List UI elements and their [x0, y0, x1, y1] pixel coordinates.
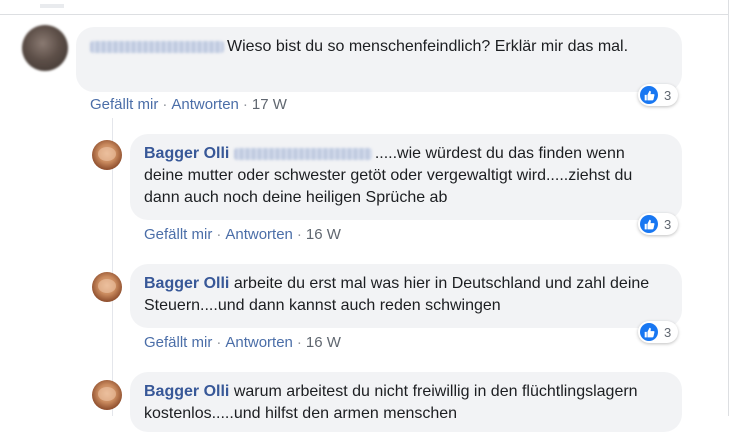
reaction-number: 3 — [664, 324, 672, 340]
author-name[interactable]: Bagger Olli — [144, 145, 229, 162]
reply-bubble: Bagger Olli .....wie würdest du das find… — [130, 134, 682, 220]
thumbs-up-icon — [640, 215, 658, 233]
blurred-mention[interactable] — [233, 147, 372, 160]
author-name[interactable]: Bagger Olli — [144, 275, 229, 292]
like-link[interactable]: Gefällt mir — [144, 226, 212, 243]
separator: · — [216, 226, 222, 243]
reaction-count[interactable]: 3 — [638, 321, 679, 343]
author-name[interactable]: Bagger Olli — [144, 383, 229, 400]
separator: · — [296, 226, 302, 243]
panel-border — [728, 0, 729, 416]
comment-text: Wieso bist du so menschenfeindlich? Erkl… — [227, 38, 629, 55]
reaction-number: 3 — [664, 87, 672, 103]
separator: · — [242, 96, 248, 113]
reaction-number: 3 — [664, 216, 672, 232]
thumbs-up-icon — [640, 323, 658, 341]
thumbs-up-icon — [640, 86, 658, 104]
comment-actions: Gefällt mir · Antworten · 17 W — [90, 96, 287, 113]
comment-actions: Gefällt mir · Antworten · 16 W — [144, 334, 341, 351]
avatar[interactable] — [22, 25, 68, 71]
avatar[interactable] — [92, 380, 122, 410]
previous-comment-divider — [0, 0, 729, 15]
comment-bubble: Wieso bist du so menschenfeindlich? Erkl… — [76, 27, 682, 92]
reaction-count[interactable]: 3 — [638, 84, 679, 106]
blurred-author-name[interactable] — [90, 40, 224, 53]
timestamp[interactable]: 17 W — [252, 96, 287, 113]
reply-bubble: Bagger Olli arbeite du erst mal was hier… — [130, 264, 682, 328]
separator: · — [296, 334, 302, 351]
reply-link[interactable]: Antworten — [171, 96, 239, 113]
reply-link[interactable]: Antworten — [225, 226, 293, 243]
timestamp[interactable]: 16 W — [306, 226, 341, 243]
separator: · — [216, 334, 222, 351]
like-link[interactable]: Gefällt mir — [144, 334, 212, 351]
reply-link[interactable]: Antworten — [225, 334, 293, 351]
avatar[interactable] — [92, 140, 122, 170]
timestamp[interactable]: 16 W — [306, 334, 341, 351]
separator: · — [162, 96, 168, 113]
divider-tick — [40, 4, 64, 8]
avatar[interactable] — [92, 272, 122, 302]
reaction-count[interactable]: 3 — [638, 213, 679, 235]
like-link[interactable]: Gefällt mir — [90, 96, 158, 113]
comment-actions: Gefällt mir · Antworten · 16 W — [144, 226, 341, 243]
reply-bubble: Bagger Olli warum arbeitest du nicht fre… — [130, 372, 682, 432]
